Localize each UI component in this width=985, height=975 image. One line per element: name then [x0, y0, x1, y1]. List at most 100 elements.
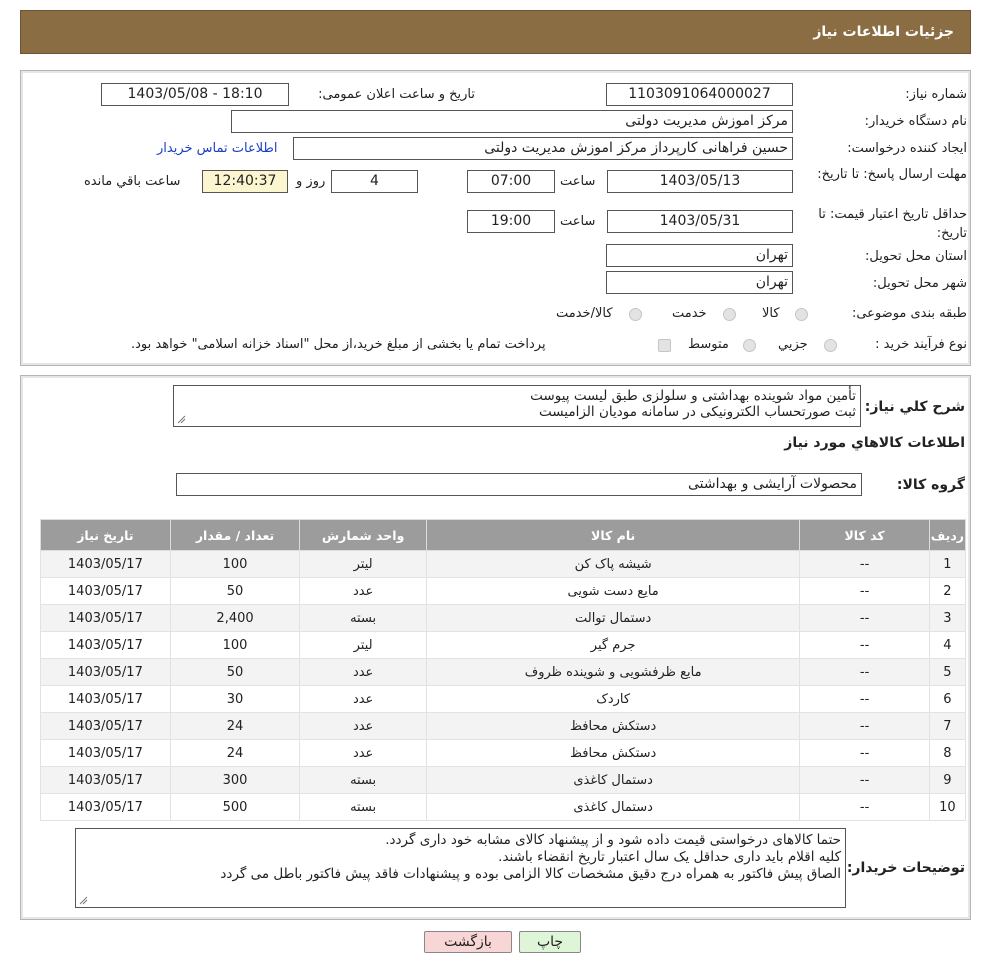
table-row: 8 -- دستکش محافظ عدد 24 1403/05/17	[40, 739, 967, 767]
description-line-1: تأمین مواد شوینده بهداشتی و سلولزی طبق ل…	[530, 388, 856, 404]
cell-item-code: --	[799, 604, 930, 632]
category-radio-service[interactable]	[723, 308, 736, 321]
cell-item-name: مایع دست شویی	[425, 577, 801, 605]
cell-item-code: --	[799, 766, 930, 794]
table-row: 2 -- مایع دست شویی عدد 50 1403/05/17	[40, 577, 967, 605]
cell-item-code: --	[799, 712, 930, 740]
cell-quantity: 24	[169, 712, 301, 740]
category-option-goods: کالا	[762, 306, 780, 321]
cell-unit: بسته	[299, 766, 427, 794]
province-label: استان محل تحویل:	[865, 249, 967, 264]
table-header-row: ردیف کد کالا نام کالا واحد شمارش تعداد /…	[40, 519, 967, 551]
city-label: شهر محل تحویل:	[872, 276, 967, 291]
buyer-org-label: نام دستگاه خریدار:	[864, 114, 967, 129]
cell-unit: عدد	[299, 712, 427, 740]
cell-quantity: 24	[169, 739, 301, 767]
cell-item-name: کاردک	[425, 685, 801, 713]
process-note: پرداخت تمام یا بخشی از مبلغ خرید،از محل …	[131, 337, 546, 352]
cell-row-number: 6	[928, 685, 967, 713]
cell-unit: عدد	[299, 739, 427, 767]
description-label: شرح کلي نياز:	[864, 399, 965, 415]
col-row-number: ردیف	[928, 519, 967, 551]
remaining-time-field: 12:40:37	[202, 170, 288, 193]
cell-need-date: 1403/05/17	[40, 685, 171, 713]
cell-need-date: 1403/05/17	[40, 550, 171, 578]
description-textarea[interactable]: تأمین مواد شوینده بهداشتی و سلولزی طبق ل…	[173, 385, 861, 427]
col-quantity: تعداد / مقدار	[169, 519, 301, 551]
cell-quantity: 100	[169, 631, 301, 659]
deadline-date-field: 1403/05/13	[607, 170, 793, 193]
description-line-2: ثبت صورتحساب الکترونیکی در سامانه مودیان…	[539, 404, 856, 420]
process-radio-medium[interactable]	[743, 339, 756, 352]
table-row: 10 -- دستمال کاغذی بسته 500 1403/05/17	[40, 793, 967, 821]
deadline-label: مهلت ارسال پاسخ: تا تاریخ:	[817, 167, 967, 182]
table-row: 7 -- دستکش محافظ عدد 24 1403/05/17	[40, 712, 967, 740]
goods-section-title: اطلاعات کالاهاي مورد نياز	[784, 435, 965, 451]
buyer-notes-label: توضیحات خریدار:	[846, 860, 965, 876]
cell-item-code: --	[799, 577, 930, 605]
cell-row-number: 9	[928, 766, 967, 794]
cell-need-date: 1403/05/17	[40, 739, 171, 767]
cell-item-code: --	[799, 550, 930, 578]
cell-row-number: 4	[928, 631, 967, 659]
cell-quantity: 50	[169, 658, 301, 686]
cell-need-date: 1403/05/17	[40, 793, 171, 821]
announce-label: تاریخ و ساعت اعلان عمومی:	[318, 87, 475, 102]
cell-unit: لیتر	[299, 631, 427, 659]
cell-need-date: 1403/05/17	[40, 712, 171, 740]
cell-item-code: --	[799, 793, 930, 821]
cell-row-number: 1	[928, 550, 967, 578]
buyer-contact-link[interactable]: اطلاعات تماس خریدار	[157, 141, 277, 156]
cell-unit: بسته	[299, 793, 427, 821]
cell-quantity: 2,400	[169, 604, 301, 632]
creator-label: ایجاد کننده درخواست:	[847, 141, 967, 156]
cell-unit: عدد	[299, 658, 427, 686]
cell-need-date: 1403/05/17	[40, 604, 171, 632]
buyer-note-line-2: کلیه اقلام باید داری حداقل یک سال اعتبار…	[498, 849, 841, 865]
buyer-notes-textarea[interactable]: حتما کالاهای درخواستی قیمت داده شود و از…	[75, 828, 846, 908]
cell-item-code: --	[799, 739, 930, 767]
table-row: 5 -- مایع ظرفشویی و شوینده ظروف عدد 50 1403/0…	[40, 658, 967, 686]
process-radio-minor[interactable]	[824, 339, 837, 352]
process-label: نوع فرآیند خرید :	[875, 337, 967, 352]
creator-field: حسین فراهانی کارپرداز مرکز اموزش مدیریت …	[293, 137, 793, 160]
col-item-name: نام کالا	[425, 519, 801, 551]
cell-row-number: 5	[928, 658, 967, 686]
cell-quantity: 300	[169, 766, 301, 794]
goods-table: ردیف کد کالا نام کالا واحد شمارش تعداد /…	[40, 519, 967, 821]
cell-item-name: شیشه پاک کن	[425, 550, 801, 578]
process-radio-treasury[interactable]	[658, 339, 671, 352]
goods-group-field: محصولات آرایشی و بهداشتی	[176, 473, 862, 496]
validity-time-label: ساعت	[560, 214, 596, 229]
cell-unit: لیتر	[299, 550, 427, 578]
days-label: روز و	[296, 174, 326, 189]
goods-group-label: گروه کالا:	[896, 477, 965, 493]
deadline-time-label: ساعت	[560, 174, 596, 189]
remaining-label: ساعت باقي مانده	[84, 174, 181, 189]
cell-item-code: --	[799, 685, 930, 713]
back-button[interactable]: بازگشت	[424, 931, 512, 953]
resize-handle-icon[interactable]	[177, 415, 186, 424]
cell-quantity: 500	[169, 793, 301, 821]
category-radio-goods-service[interactable]	[629, 308, 642, 321]
process-option-medium: متوسط	[688, 337, 729, 352]
category-radio-goods[interactable]	[795, 308, 808, 321]
validity-label: حداقل تاریخ اعتبار قیمت: تا تاریخ:	[818, 207, 967, 241]
city-field: تهران	[606, 271, 793, 294]
cell-row-number: 10	[928, 793, 967, 821]
cell-item-name: دستمال کاغذی	[425, 793, 801, 821]
table-row: 4 -- جرم گیر لیتر 100 1403/05/17	[40, 631, 967, 659]
cell-item-code: --	[799, 658, 930, 686]
buyer-org-field: مرکز اموزش مدیریت دولتی	[231, 110, 793, 133]
cell-unit: عدد	[299, 577, 427, 605]
days-field: 4	[331, 170, 418, 193]
process-option-minor: جزيي	[778, 337, 808, 352]
cell-need-date: 1403/05/17	[40, 577, 171, 605]
print-button[interactable]: چاپ	[519, 931, 581, 953]
category-label: طبقه بندی موضوعی:	[851, 306, 967, 321]
resize-handle-icon[interactable]	[79, 896, 88, 905]
need-number-field: 1103091064000027	[606, 83, 793, 106]
table-row: 6 -- کاردک عدد 30 1403/05/17	[40, 685, 967, 713]
need-number-label: شماره نیاز:	[905, 87, 967, 102]
cell-row-number: 7	[928, 712, 967, 740]
